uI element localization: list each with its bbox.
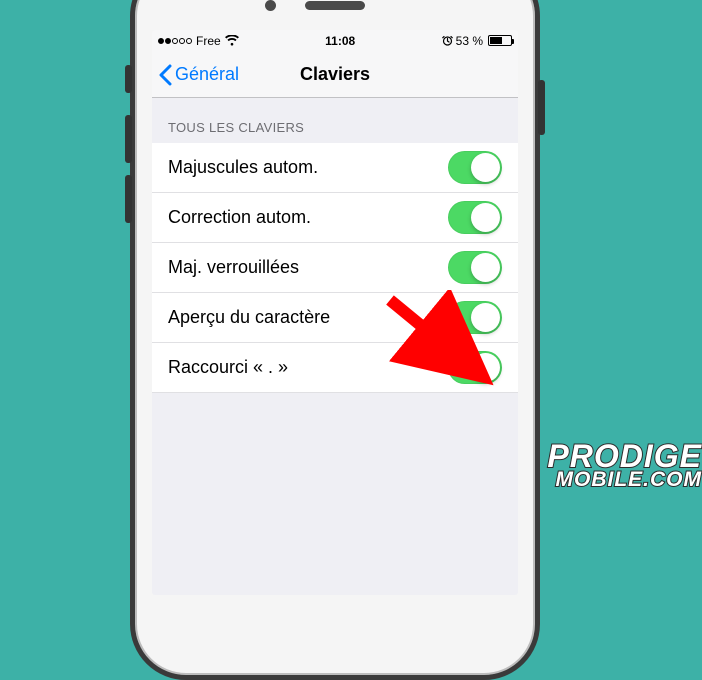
alarm-icon <box>442 35 453 46</box>
back-button[interactable]: Général <box>158 52 239 97</box>
battery-label: 53 % <box>456 34 483 48</box>
row-maj-verrouillees[interactable]: Maj. verrouillées <box>152 243 518 293</box>
volume-up-button <box>125 115 132 163</box>
watermark: PRODIGE MOBILE.COM <box>547 442 702 490</box>
power-button <box>538 80 545 135</box>
section-header: TOUS LES CLAVIERS <box>152 98 518 143</box>
row-apercu-caractere[interactable]: Aperçu du caractère <box>152 293 518 343</box>
chevron-left-icon <box>158 64 172 86</box>
back-label: Général <box>175 64 239 85</box>
row-label: Correction autom. <box>168 207 448 228</box>
signal-dots <box>158 38 192 44</box>
battery-icon <box>488 35 512 46</box>
row-label: Aperçu du caractère <box>168 307 448 328</box>
watermark-line1: PRODIGE <box>547 442 702 471</box>
toggle-switch[interactable] <box>448 201 502 234</box>
page-title: Claviers <box>300 64 370 85</box>
phone-frame: Free 11:08 53 % Général Claviers TOUS LE <box>130 0 540 680</box>
row-label: Raccourci « . » <box>168 357 448 378</box>
row-majuscules-autom[interactable]: Majuscules autom. <box>152 143 518 193</box>
carrier-label: Free <box>196 34 221 48</box>
toggle-switch[interactable] <box>448 251 502 284</box>
screen: Free 11:08 53 % Général Claviers TOUS LE <box>152 30 518 595</box>
row-correction-autom[interactable]: Correction autom. <box>152 193 518 243</box>
row-raccourci[interactable]: Raccourci « . » <box>152 343 518 393</box>
watermark-line2: MOBILE.COM <box>547 471 702 490</box>
front-camera <box>265 0 276 11</box>
wifi-icon <box>225 35 239 46</box>
earpiece <box>305 1 365 10</box>
status-time: 11:08 <box>239 34 442 48</box>
toggle-switch[interactable] <box>448 351 502 384</box>
status-bar: Free 11:08 53 % <box>152 30 518 52</box>
toggle-switch[interactable] <box>448 301 502 334</box>
nav-bar: Général Claviers <box>152 52 518 98</box>
toggle-switch[interactable] <box>448 151 502 184</box>
volume-down-button <box>125 175 132 223</box>
mute-switch <box>125 65 132 93</box>
row-label: Majuscules autom. <box>168 157 448 178</box>
row-label: Maj. verrouillées <box>168 257 448 278</box>
